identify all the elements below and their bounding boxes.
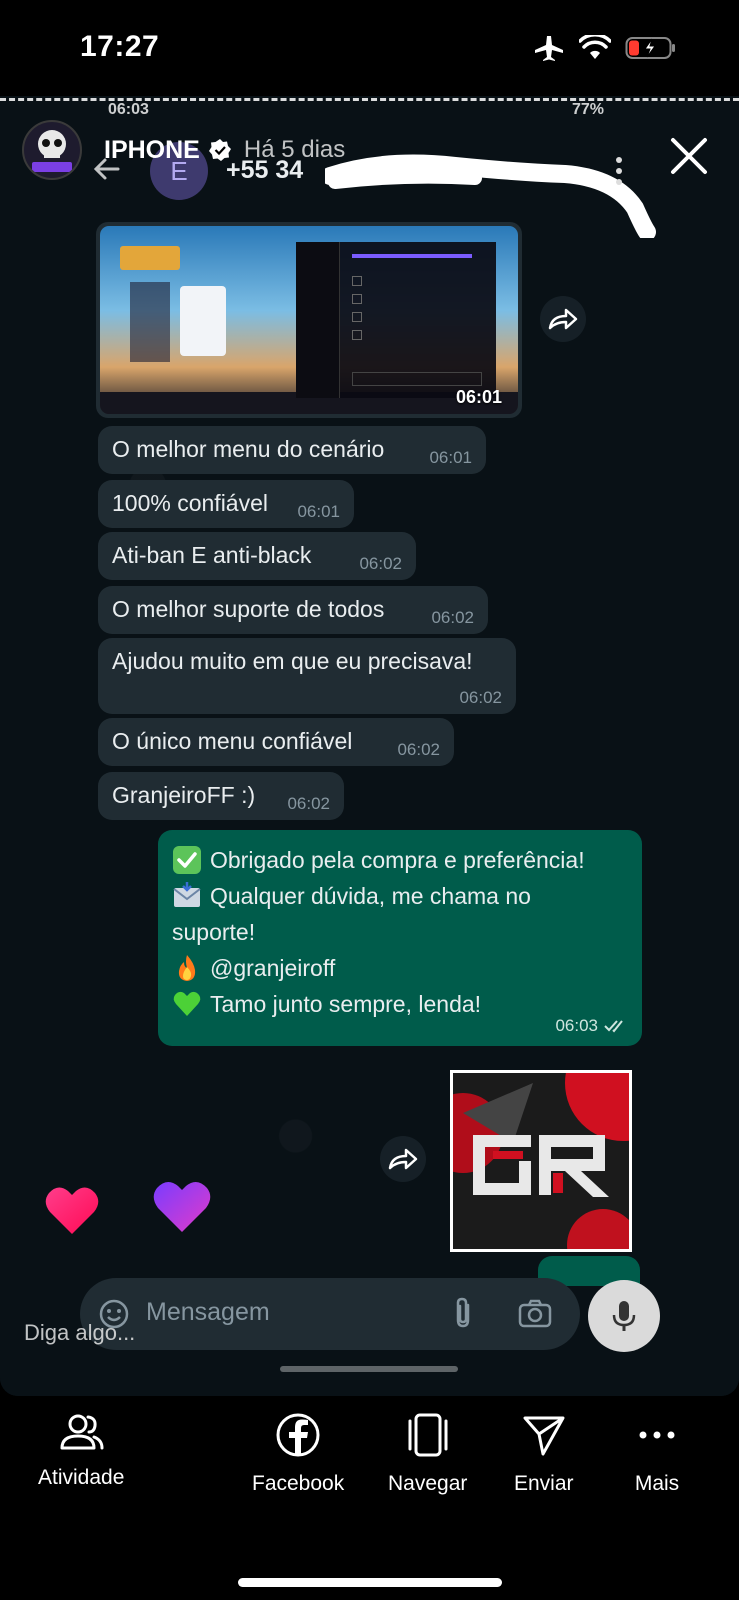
message-time: 06:02 bbox=[431, 608, 474, 627]
action-label: Facebook bbox=[252, 1472, 345, 1495]
outgoing-line: Tamo junto sempre, lenda! bbox=[210, 991, 482, 1017]
status-time: 17:27 bbox=[80, 30, 160, 63]
message-bubble[interactable]: Ati-ban E anti-black 06:02 bbox=[98, 532, 416, 580]
message-bubble[interactable]: GranjeiroFF :) 06:02 bbox=[98, 772, 344, 820]
message-time: 06:01 bbox=[429, 448, 472, 467]
message-text: Ati-ban E anti-black bbox=[112, 542, 312, 568]
recording-battery: 77% bbox=[572, 101, 605, 118]
heart-reaction-icon[interactable] bbox=[44, 1184, 100, 1236]
story-action-bar: Atividade Facebook Navegar Enviar Mais bbox=[0, 1396, 739, 1600]
action-label: Enviar bbox=[514, 1472, 574, 1495]
double-check-icon bbox=[604, 1020, 623, 1033]
forward-button[interactable] bbox=[380, 1136, 426, 1182]
check-mark-emoji-icon bbox=[173, 846, 201, 874]
recording-time: 06:03 bbox=[108, 101, 149, 118]
outgoing-time: 06:03 bbox=[555, 1016, 598, 1035]
forward-icon bbox=[388, 1148, 418, 1170]
image-message[interactable]: 06:01 bbox=[96, 222, 522, 418]
message-composer[interactable]: Mensagem bbox=[80, 1278, 580, 1350]
cheat-menu-panel bbox=[296, 242, 496, 398]
message-text: O único menu confiável bbox=[112, 728, 353, 754]
phone-frame-icon bbox=[408, 1413, 448, 1457]
message-text: 100% confiável bbox=[112, 490, 268, 516]
status-icons bbox=[533, 34, 677, 62]
outgoing-line: suporte! bbox=[172, 919, 256, 945]
message-bubble[interactable]: O melhor suporte de todos 06:02 bbox=[98, 586, 488, 634]
game-screenshot: 06:01 bbox=[100, 226, 518, 414]
message-time: 06:02 bbox=[459, 688, 502, 707]
message-text: O melhor menu do cenário bbox=[112, 436, 385, 462]
story-frame[interactable]: 06:03 77% E +55 34 IPHONE Há 5 dias 06:0… bbox=[0, 96, 739, 1396]
outgoing-line: Obrigado pela compra e preferência! bbox=[210, 847, 585, 873]
ios-status-bar: 17:27 bbox=[0, 0, 739, 96]
skull-logo-icon bbox=[32, 130, 72, 172]
gr-logo-image[interactable] bbox=[450, 1070, 632, 1252]
close-icon[interactable] bbox=[669, 136, 709, 176]
envelope-emoji-icon bbox=[173, 882, 201, 907]
story-author[interactable]: IPHONE Há 5 dias bbox=[22, 120, 345, 180]
story-username[interactable]: IPHONE bbox=[104, 136, 200, 165]
message-bubble[interactable]: O único menu confiável 06:02 bbox=[98, 718, 454, 766]
camera-icon[interactable] bbox=[518, 1298, 552, 1328]
send-icon bbox=[523, 1416, 565, 1456]
more-icon bbox=[639, 1431, 675, 1439]
message-text: O melhor suporte de todos bbox=[112, 596, 385, 622]
activity-button[interactable]: Atividade bbox=[38, 1412, 124, 1490]
story-age: Há 5 dias bbox=[243, 136, 346, 163]
send-button[interactable]: Enviar bbox=[514, 1412, 574, 1496]
outgoing-line: @granjeiroff bbox=[210, 955, 336, 981]
heart-reaction-icon[interactable] bbox=[152, 1178, 212, 1234]
gr-logo-icon bbox=[453, 1073, 629, 1249]
verified-badge-icon bbox=[208, 139, 231, 161]
recording-status-bar: 06:03 77% bbox=[0, 98, 739, 118]
wifi-icon bbox=[579, 35, 611, 59]
action-label: Atividade bbox=[38, 1466, 125, 1489]
story-avatar[interactable] bbox=[22, 120, 82, 180]
message-time: 06:01 bbox=[297, 502, 340, 521]
message-time: 06:02 bbox=[287, 794, 330, 813]
home-indicator[interactable] bbox=[238, 1578, 502, 1587]
message-bubble[interactable]: O melhor menu do cenário 06:01 bbox=[98, 426, 486, 474]
message-time: 06:02 bbox=[397, 740, 440, 759]
mic-button[interactable] bbox=[588, 1280, 660, 1352]
more-button[interactable]: Mais bbox=[634, 1412, 680, 1496]
battery-icon bbox=[625, 37, 675, 59]
forward-button[interactable] bbox=[540, 296, 586, 342]
forward-icon bbox=[548, 308, 578, 330]
facebook-icon bbox=[276, 1413, 320, 1457]
story-reply-hint[interactable]: Diga algo... bbox=[24, 1320, 135, 1346]
paperclip-icon[interactable] bbox=[452, 1296, 474, 1330]
message-text: Ajudou muito em que eu precisava! bbox=[112, 648, 473, 674]
navigate-button[interactable]: Navegar bbox=[388, 1412, 467, 1496]
outgoing-message[interactable]: Obrigado pela compra e preferência! Qual… bbox=[158, 830, 642, 1046]
image-time: 06:01 bbox=[455, 387, 502, 407]
kebab-menu-icon bbox=[616, 157, 622, 185]
outgoing-time-row: 06:03 bbox=[555, 1016, 628, 1036]
message-text: GranjeiroFF :) bbox=[112, 782, 256, 808]
people-icon bbox=[60, 1414, 104, 1450]
facebook-button[interactable]: Facebook bbox=[252, 1412, 344, 1496]
message-bubble[interactable]: 100% confiável 06:01 bbox=[98, 480, 354, 528]
action-label: Navegar bbox=[388, 1472, 468, 1495]
microphone-icon bbox=[612, 1301, 636, 1331]
recording-home-bar bbox=[280, 1366, 458, 1372]
airplane-icon bbox=[535, 36, 563, 61]
green-heart-emoji-icon bbox=[173, 991, 201, 1016]
message-bubble[interactable]: Ajudou muito em que eu precisava! 06:02 bbox=[98, 638, 516, 714]
message-time: 06:02 bbox=[359, 554, 402, 573]
outgoing-line: Qualquer dúvida, me chama no bbox=[210, 883, 531, 909]
message-input[interactable]: Mensagem bbox=[146, 1298, 270, 1327]
fire-emoji-icon bbox=[178, 955, 196, 981]
action-label: Mais bbox=[634, 1472, 680, 1495]
